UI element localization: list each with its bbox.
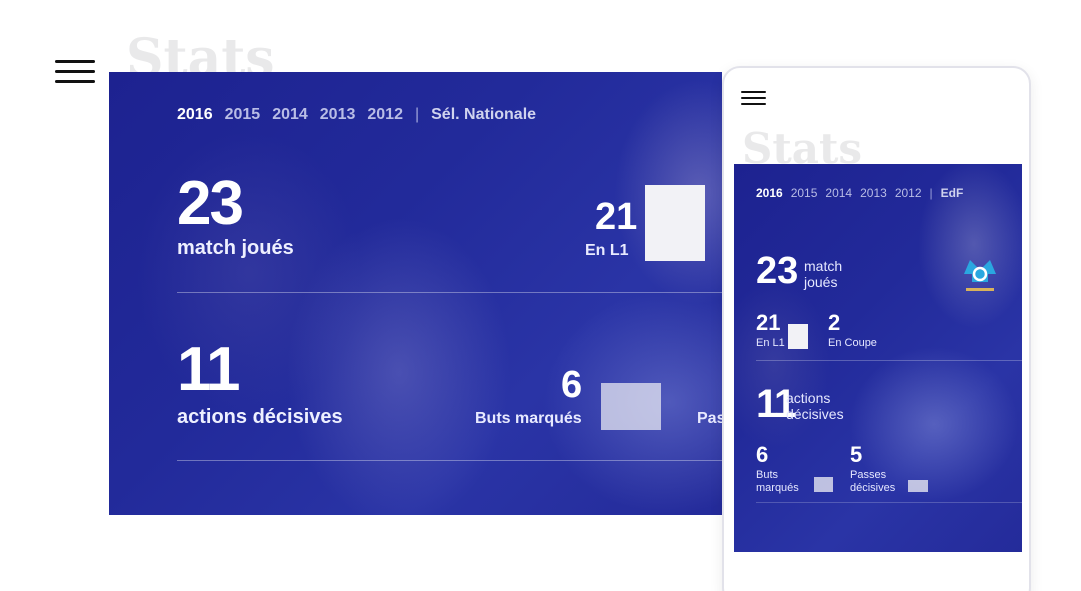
year-tab-2016[interactable]: 2016: [756, 186, 783, 200]
assists-value: 5: [850, 442, 863, 467]
goals-value: 6: [756, 442, 769, 467]
actions-label-line2: décisives: [786, 406, 844, 423]
matches-value: 23: [756, 250, 799, 292]
assists-label: Passes décisives: [850, 469, 895, 494]
year-tab-2015[interactable]: 2015: [791, 186, 818, 200]
actions-label: actions décisives: [786, 390, 844, 422]
matches-label-line2: joués: [804, 274, 838, 291]
actions-value: 11: [177, 335, 241, 404]
divider: [756, 360, 1022, 361]
assists-image-placeholder: [908, 480, 928, 492]
goals-label: Buts marqués: [475, 410, 582, 427]
goals-label-line1: Buts: [756, 469, 779, 481]
team-filter[interactable]: EdF: [941, 186, 964, 200]
matches-label-line1: match: [804, 258, 843, 274]
year-tab-2013[interactable]: 2013: [860, 186, 887, 200]
year-tab-2016[interactable]: 2016: [177, 106, 213, 124]
divider: [177, 292, 722, 293]
league-value: 21: [756, 310, 781, 335]
goals-image-placeholder: [814, 477, 833, 492]
year-selector: 2016 2015 2014 2013 2012 | EdF: [756, 186, 963, 200]
actions-label-line1: actions: [786, 390, 831, 406]
year-tab-2012[interactable]: 2012: [895, 186, 922, 200]
om-logo-icon: [964, 260, 996, 291]
mobile-stats-panel: 2016 2015 2014 2013 2012 | EdF 23 match …: [734, 164, 1022, 552]
phone-mockup: Stats 2016 2015 2014 2013 2012 | EdF 23 …: [722, 66, 1031, 591]
goals-label-line2: marqués: [756, 481, 799, 494]
separator: |: [414, 106, 420, 123]
desktop-stats-panel: 2016 2015 2014 2013 2012 | Sél. National…: [109, 72, 722, 515]
year-tab-2013[interactable]: 2013: [320, 106, 356, 124]
year-selector: 2016 2015 2014 2013 2012 | Sél. National…: [177, 106, 536, 124]
divider: [756, 502, 1022, 503]
separator: |: [929, 186, 933, 200]
matches-value: 23: [177, 169, 244, 238]
goals-image-placeholder: [601, 383, 661, 430]
league-image-placeholder: [645, 185, 705, 261]
year-tab-2015[interactable]: 2015: [225, 106, 261, 124]
menu-icon[interactable]: [55, 60, 95, 84]
goals-label: Buts marqués: [756, 469, 799, 494]
league-image-placeholder: [788, 324, 808, 349]
year-tab-2012[interactable]: 2012: [367, 106, 403, 124]
actions-label: actions décisives: [177, 406, 343, 428]
year-tab-2014[interactable]: 2014: [825, 186, 852, 200]
cup-value: 2: [828, 310, 841, 335]
divider: [177, 460, 722, 461]
league-label: En L1: [756, 337, 785, 349]
team-filter[interactable]: Sél. Nationale: [431, 106, 536, 124]
assists-label-line2: décisives: [850, 481, 896, 494]
menu-icon[interactable]: [741, 91, 766, 107]
cup-label: En Coupe: [828, 337, 877, 349]
league-label: En L1: [585, 242, 629, 259]
matches-label: match joués: [177, 237, 294, 259]
matches-label: match joués: [804, 258, 842, 290]
assists-label-line1: Passes: [850, 469, 887, 481]
year-tab-2014[interactable]: 2014: [272, 106, 308, 124]
passes-label-truncated: Pas: [697, 410, 722, 427]
league-value: 21: [595, 196, 638, 238]
goals-value: 6: [561, 364, 583, 406]
